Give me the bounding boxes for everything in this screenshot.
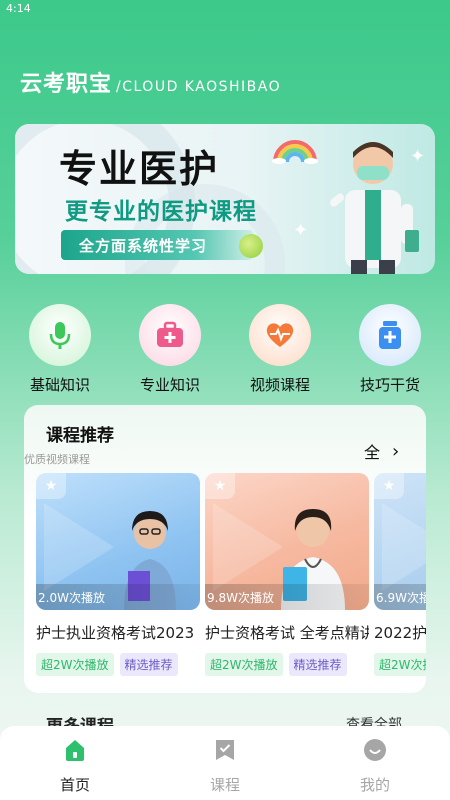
category-label: 专业知识 [139,376,200,394]
tag-featured: 精选推荐 [119,653,178,676]
heart-pulse-icon [266,323,294,347]
category-label: 基础知识 [29,376,90,394]
play-count: 6.9W次播 [374,584,426,610]
medicine-bottle-icon [379,321,401,349]
course-recommend-section: 课程推荐 优质视频课程 全 › ★ 2.0W次播放 护士执业资格考试2023 超… [24,405,426,693]
course-thumbnail: ★ 9.8W次播放 [205,473,369,610]
category-professional-knowledge[interactable]: 专业知识 [125,304,215,395]
favorite-star-icon[interactable]: ★ [374,473,404,499]
course-thumbnail: ★ 6.9W次播 [374,473,426,610]
favorite-star-icon[interactable]: ★ [205,473,235,499]
course-thumbnail: ★ 2.0W次播放 [36,473,200,610]
sparkle-icon: ✦ [293,220,309,241]
section-subtitle: 优质视频课程 [24,453,90,466]
category-label: 视频课程 [249,376,310,394]
status-time: 4:14 [6,2,31,15]
rainbow-icon [272,140,318,164]
course-title: 护士执业资格考试2023 [36,624,195,642]
app-title: 云考职宝 /CLOUD KAOSHIBAO [20,66,281,98]
app-title-cn: 云考职宝 [20,72,113,97]
medical-kit-icon [157,321,183,347]
bookmark-icon [216,740,234,760]
tab-label: 首页 [59,776,90,794]
category-label: 技巧干货 [359,376,420,394]
tab-label: 我的 [359,776,390,794]
promo-banner[interactable]: 专业医护 更专业的医护课程 全方面系统性学习 ✦ ✦ [15,124,435,274]
section-title: 课程推荐 [46,426,114,446]
tag-popular: 超2W次播 [374,653,426,676]
view-all-label: 全 [364,443,381,462]
category-icon-bg [139,304,201,366]
banner-pill: 全方面系统性学习 [61,230,253,260]
profile-icon [364,739,386,761]
tag-popular: 超2W次播放 [36,653,114,676]
course-card[interactable]: ★ 2.0W次播放 护士执业资格考试2023 超2W次播放 精选推荐 [36,473,200,676]
course-card[interactable]: ★ 9.8W次播放 护士资格考试 全考点精讲 超2W次播放 精选推荐 [205,473,369,676]
thumbnail-decoration [382,503,426,591]
tag-featured: 精选推荐 [288,653,347,676]
category-icon-bg [359,304,421,366]
tab-home[interactable]: 首页 [0,726,150,800]
banner-title: 专业医护 [59,147,220,191]
tag-popular: 超2W次播放 [205,653,283,676]
sparkle-icon: ✦ [410,146,426,167]
category-icon-bg [249,304,311,366]
tab-courses[interactable]: 课程 [150,726,300,800]
play-count: 2.0W次播放 [36,584,200,610]
category-basic-knowledge[interactable]: 基础知识 [15,304,105,395]
chevron-right-icon: › [392,440,400,462]
category-video-courses[interactable]: 视频课程 [235,304,325,395]
category-tips[interactable]: 技巧干货 [345,304,435,395]
tab-profile[interactable]: 我的 [300,726,450,800]
course-title: 2022护 [374,624,426,642]
microphone-icon [49,322,71,349]
heart-icon [239,234,263,258]
favorite-star-icon[interactable]: ★ [36,473,66,499]
thumbnail-decoration [44,503,114,591]
banner-subtitle: 更专业的医护课程 [65,199,257,225]
home-icon [66,740,84,761]
category-icon-bg [29,304,91,366]
bottom-tab-bar: 首页 课程 我的 [0,726,450,800]
view-all-button[interactable]: 全 › [364,439,399,463]
tab-label: 课程 [209,776,240,794]
course-title: 护士资格考试 全考点精讲 [205,624,369,642]
play-count: 9.8W次播放 [205,584,369,610]
app-title-en: /CLOUD KAOSHIBAO [116,79,282,95]
course-card[interactable]: ★ 6.9W次播 2022护 超2W次播 [374,473,426,676]
